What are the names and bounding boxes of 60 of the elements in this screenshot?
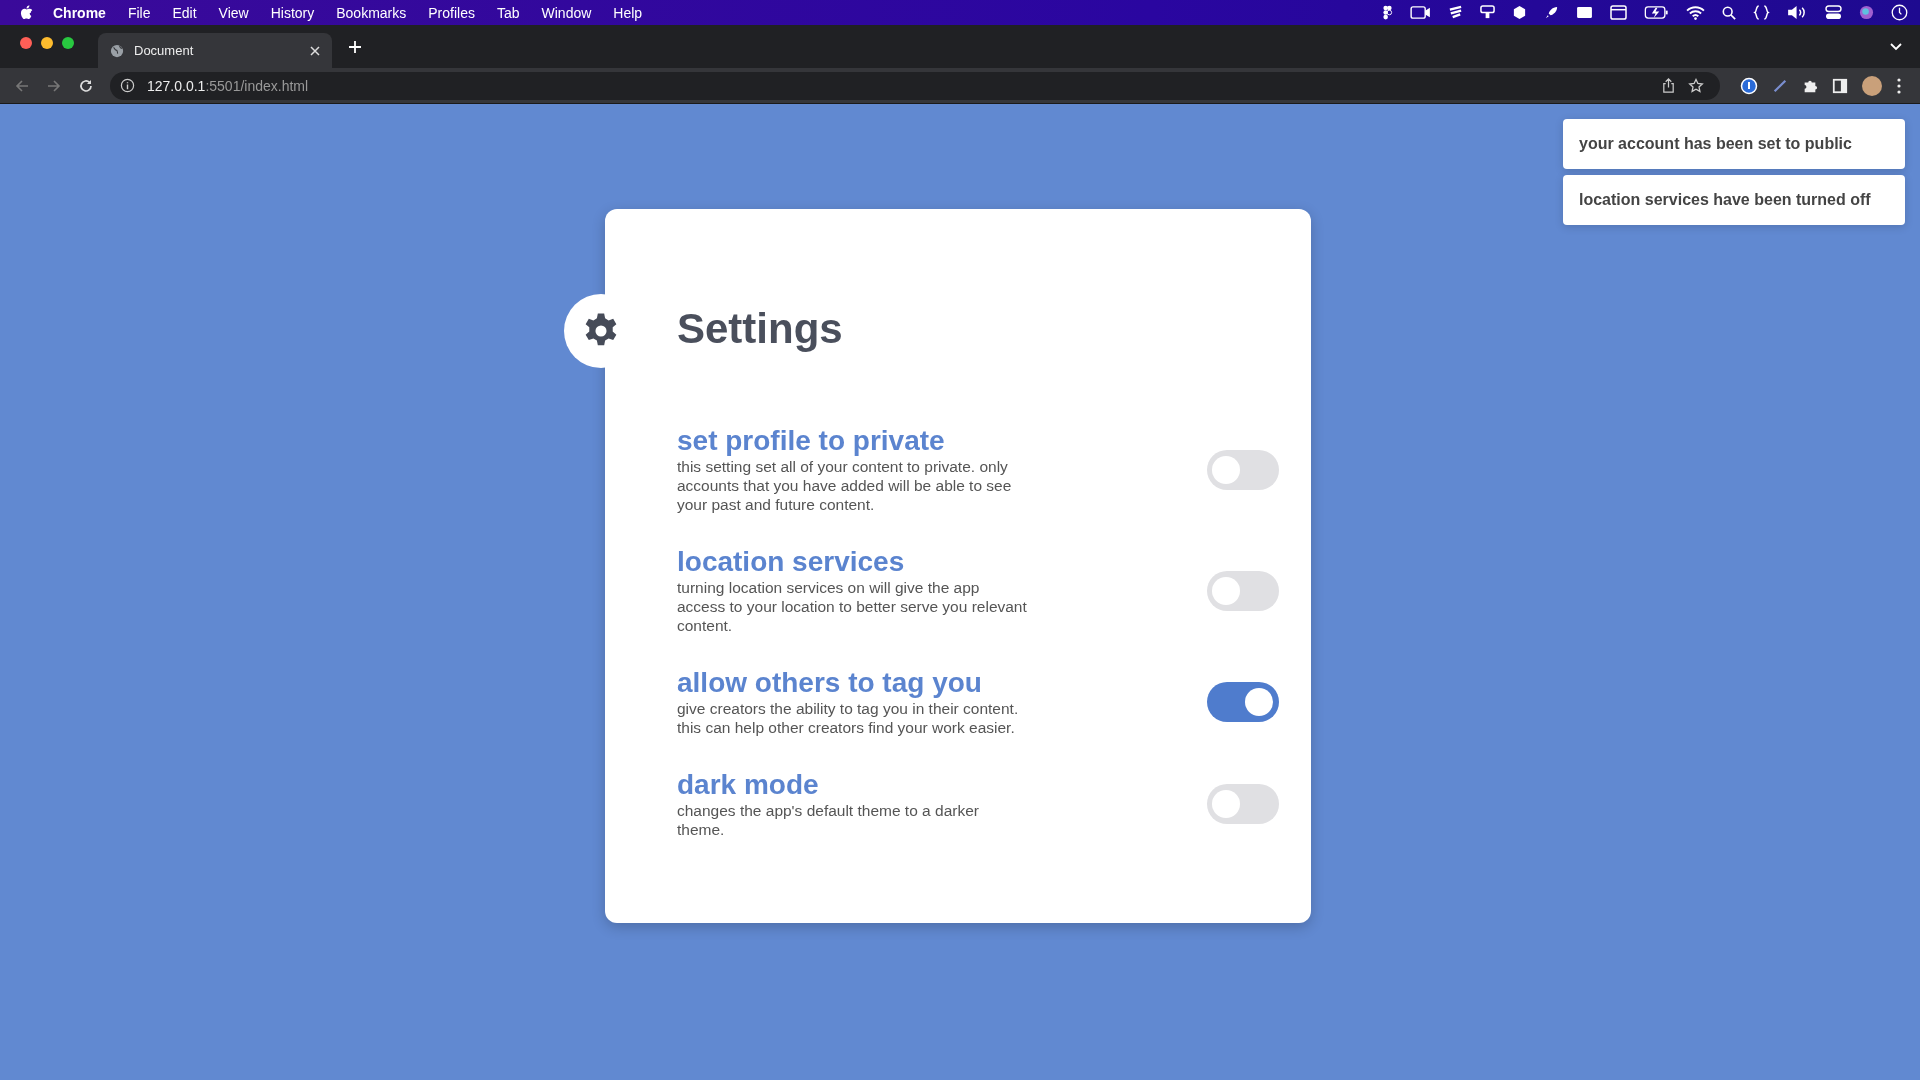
toggle-switch[interactable] [1207, 682, 1279, 722]
toggle-switch[interactable] [1207, 449, 1279, 490]
notification-toast: location services have been turned off [1563, 175, 1905, 225]
search-icon[interactable] [1722, 5, 1736, 20]
grid-icon[interactable] [1382, 5, 1393, 20]
setting-description: turning location services on will give the app access to your location to better serve you relevant content. [677, 578, 1027, 635]
menu-item[interactable]: File [127, 4, 151, 21]
share-icon[interactable] [1661, 78, 1676, 93]
menu-item[interactable]: Bookmarks [336, 4, 407, 21]
wifi-icon[interactable] [1686, 5, 1705, 20]
menu-item[interactable]: Window [541, 4, 592, 21]
more-icon[interactable] [1896, 76, 1902, 95]
info-icon[interactable] [120, 78, 135, 93]
clock-icon[interactable] [1891, 4, 1908, 21]
pen-icon[interactable] [1772, 77, 1788, 94]
menu-item[interactable]: Help [613, 4, 643, 21]
setting-description: changes the app's default theme to a darker theme. [677, 801, 980, 839]
speaker-icon[interactable] [1787, 5, 1808, 20]
tab-title: Document [134, 43, 194, 58]
video-camera-icon[interactable] [1410, 5, 1431, 20]
toggle-switch[interactable] [1207, 784, 1279, 824]
settings-title: Settings [677, 304, 844, 354]
star-icon[interactable] [1688, 77, 1704, 94]
notification-toast: your account has been set to public [1563, 119, 1905, 169]
address-bar[interactable]: 127.0.0.1:5501/index.html [110, 71, 1720, 100]
hexagon-icon[interactable] [1512, 5, 1527, 20]
reload-icon[interactable] [78, 77, 94, 94]
forward-icon[interactable] [46, 77, 62, 94]
minimize-window-button[interactable] [41, 36, 53, 49]
control-center-icon[interactable] [1825, 5, 1842, 20]
side-panel-icon[interactable] [1832, 77, 1848, 94]
setting-title: location services [677, 546, 906, 578]
setting-description: this setting set all of your content to private. only accounts that you have added will be able to see your past and future content. [677, 457, 1013, 514]
apple-icon[interactable] [20, 5, 33, 20]
chevron-down-icon[interactable] [1890, 42, 1902, 51]
browser-tab[interactable]: Document [98, 33, 332, 68]
profile-avatar[interactable] [1862, 75, 1882, 96]
url-text: 127.0.0.1:5501/index.html [147, 77, 309, 94]
new-tab-icon[interactable] [348, 39, 362, 54]
setting-description: give creators the ability to tag you in their content. this can help other creators find your work easier. [677, 699, 1020, 737]
password-icon[interactable] [1740, 76, 1758, 95]
zoom-window-button[interactable] [62, 36, 74, 49]
braces-icon[interactable] [1753, 5, 1770, 20]
setting-title: allow others to tag you [677, 667, 983, 699]
menu-item[interactable]: Profiles [428, 4, 475, 21]
menu-item[interactable]: Tab [496, 4, 520, 21]
close-window-button[interactable] [20, 36, 32, 49]
setting-title: dark mode [677, 769, 820, 801]
setting-title: set profile to private [677, 425, 946, 457]
menu-item[interactable]: History [270, 4, 315, 21]
menu-item[interactable]: Edit [172, 4, 197, 21]
stamp-icon[interactable] [1480, 5, 1495, 20]
back-icon[interactable] [14, 77, 30, 94]
toggle-switch[interactable] [1207, 570, 1279, 611]
menu-item[interactable]: View [218, 4, 249, 21]
siri-icon[interactable] [1859, 5, 1874, 20]
window-icon[interactable] [1610, 5, 1627, 20]
app-menu[interactable]: Chrome [53, 4, 106, 21]
close-tab-icon[interactable] [310, 45, 320, 56]
battery-icon[interactable] [1644, 6, 1669, 19]
